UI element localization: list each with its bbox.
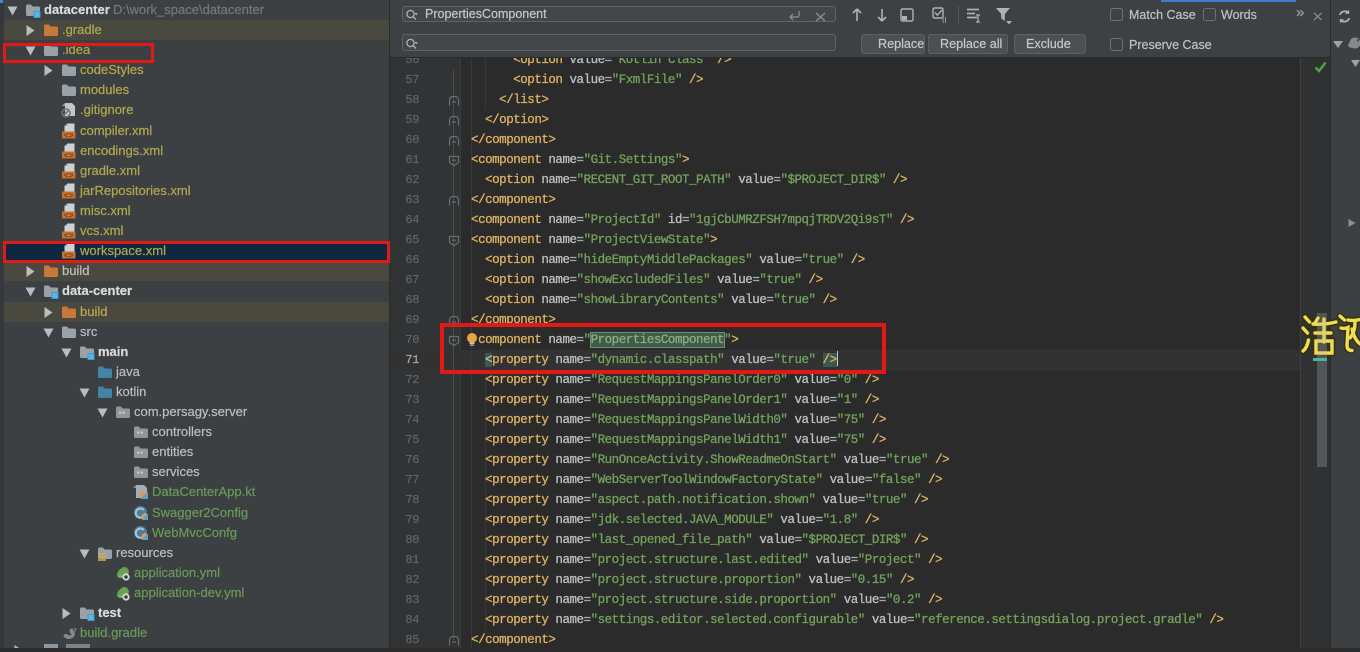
svg-text:<>: <> xyxy=(64,192,74,199)
svg-text:<>: <> xyxy=(64,172,74,179)
svg-text:<>: <> xyxy=(64,232,74,239)
svg-text:<>: <> xyxy=(64,152,74,159)
svg-text:<>: <> xyxy=(64,132,74,139)
svg-text:II: II xyxy=(942,16,946,24)
svg-text:<>: <> xyxy=(64,212,74,219)
